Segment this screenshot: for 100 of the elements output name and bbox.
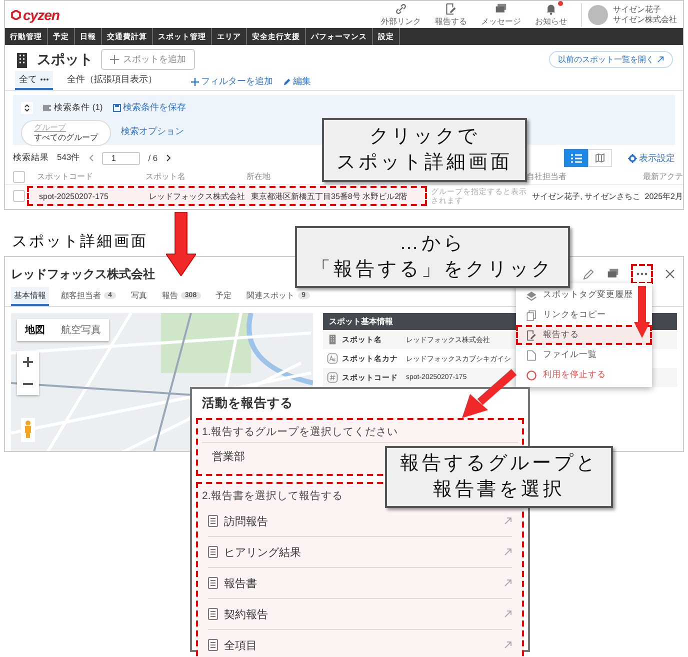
menu-item[interactable]: 利用を停止する <box>516 365 652 385</box>
map-type-button[interactable]: 地図 <box>17 319 53 341</box>
display-settings-link[interactable]: 表示設定 <box>628 150 675 166</box>
callout-text: 報告書を選択 <box>433 478 565 502</box>
callout-text: クリックで <box>370 125 480 150</box>
external-arrow-icon <box>504 610 512 618</box>
map-icon <box>595 153 605 163</box>
person-figure-icon <box>23 420 33 438</box>
hash-icon <box>327 372 338 383</box>
pencil-icon <box>283 78 291 86</box>
menu-item[interactable]: スポットタグ変更履歴 <box>516 285 652 305</box>
document-icon <box>208 639 218 651</box>
header-action[interactable]: お知らせ <box>535 2 567 26</box>
column-header: 最新アクテ <box>642 171 683 182</box>
menu-item[interactable]: ファイル一覧 <box>516 345 652 365</box>
menu-item[interactable]: 報告する <box>516 325 652 345</box>
report-form-item[interactable]: 契約報告 <box>224 606 268 622</box>
more-dots-icon <box>636 272 648 276</box>
step-label: 1.報告するグループを選択してください <box>202 425 398 440</box>
section-label: スポット詳細画面 <box>12 233 148 250</box>
tag-icon <box>526 290 537 300</box>
report-form-item[interactable]: 報告書 <box>224 576 257 590</box>
external-arrow-icon <box>504 517 512 525</box>
close-icon[interactable] <box>665 269 675 279</box>
view-mode-button[interactable] <box>564 149 588 167</box>
table-cell-text: サイゼン花子, サイゼンさちこ <box>531 190 641 202</box>
minus-icon <box>23 383 33 385</box>
up-down-icon <box>24 104 30 112</box>
report-form-item[interactable]: 訪問報告 <box>224 514 268 528</box>
page-total: / 6 <box>148 153 158 163</box>
search-options-link[interactable]: 検索オプション <box>121 122 184 140</box>
detail-tab[interactable]: 写真 <box>128 287 150 306</box>
hexagon-logo-icon <box>11 10 21 20</box>
table-cell-text: 2025年2月 <box>644 190 683 202</box>
results-label: 検索結果 <box>13 152 49 164</box>
save-icon <box>112 104 121 112</box>
group-option[interactable]: 営業部 <box>212 451 245 463</box>
external-arrow-icon <box>504 641 512 649</box>
step-label: 2.報告書を選択して報告する <box>202 489 343 504</box>
report-form-item[interactable]: 全項目 <box>224 638 257 652</box>
edit-note-icon <box>526 330 537 340</box>
column-header: 所在地 <box>245 171 272 182</box>
document-icon <box>208 608 218 620</box>
edit-note-icon <box>445 2 457 14</box>
chevron-right-icon[interactable] <box>166 154 172 162</box>
header-action[interactable]: メッセージ <box>481 2 521 26</box>
search-conditions-label: 検索条件 (1) <box>54 102 103 114</box>
detail-tab[interactable]: 予定 <box>212 287 235 306</box>
table-cell-text: 東京都港区新橋五丁目35番8号 水野ビル2階 <box>250 190 408 202</box>
save-conditions-link[interactable]: 検索条件を保存 <box>112 99 186 116</box>
detail-tab[interactable]: 基本情報 <box>11 287 49 306</box>
spot-title: レッドフォックス株式会社 <box>11 266 155 282</box>
edit-link[interactable]: 編集 <box>283 73 311 90</box>
stop-icon <box>526 370 537 380</box>
add-spot-button[interactable]: スポットを追加 <box>101 49 195 70</box>
row-checkbox[interactable] <box>13 190 25 202</box>
report-form-item[interactable]: ヒアリング結果 <box>224 544 301 560</box>
callout-text: スポット詳細画面 <box>336 151 512 175</box>
column-header: スポット名 <box>144 171 187 182</box>
building-icon <box>15 52 29 68</box>
callout-text: …から <box>400 232 466 256</box>
group-filter[interactable]: グループ すべてのグループ <box>21 120 111 146</box>
sort-button[interactable] <box>21 102 33 114</box>
callout-text: 報告するグループと <box>400 452 598 476</box>
avatar[interactable] <box>588 4 608 24</box>
document-icon <box>208 515 218 527</box>
chevron-left-icon[interactable] <box>88 154 94 162</box>
select-all-checkbox[interactable] <box>13 170 25 182</box>
callout-text: 「報告する」をクリック <box>312 258 554 282</box>
external-arrow-icon <box>504 548 512 556</box>
logo-text: cyzen <box>23 6 60 22</box>
copy-icon[interactable] <box>607 268 619 280</box>
old-list-link[interactable]: 以前のスポット一覧を開く <box>549 51 673 68</box>
column-header: 自社担当者 <box>526 171 568 182</box>
table-cell-text: spot-20250207-175 <box>38 192 110 200</box>
bell-icon <box>545 2 557 14</box>
map-type-button[interactable]: 航空写真 <box>53 319 109 341</box>
page-input[interactable]: 1 <box>102 152 140 164</box>
building-icon <box>327 334 338 345</box>
header-action[interactable]: 外部リンク <box>381 2 421 26</box>
arrow <box>634 286 650 338</box>
add-filter-link[interactable]: フィルターを追加 <box>191 73 273 90</box>
chat-icon <box>495 2 507 14</box>
view-tab[interactable]: 全て <box>15 71 53 90</box>
pencil-icon[interactable] <box>583 268 595 280</box>
file-icon <box>526 350 537 360</box>
view-tab[interactable]: 全件（拡張項目表示） <box>63 71 161 90</box>
link-icon <box>395 2 407 14</box>
user-name: サイゼン花子 <box>613 4 662 14</box>
document-icon <box>208 546 218 558</box>
filter-lines-icon <box>43 104 51 110</box>
external-arrow-icon <box>657 56 664 63</box>
modal-title: 活動を報告する <box>202 395 294 412</box>
page-title: スポット <box>37 50 93 68</box>
pegman-button[interactable] <box>21 418 35 442</box>
header-action[interactable]: 報告する <box>435 2 467 26</box>
column-header: スポットコード <box>36 171 94 182</box>
gear-icon <box>628 154 637 162</box>
document-icon <box>208 577 218 589</box>
copy-icon <box>526 310 537 320</box>
